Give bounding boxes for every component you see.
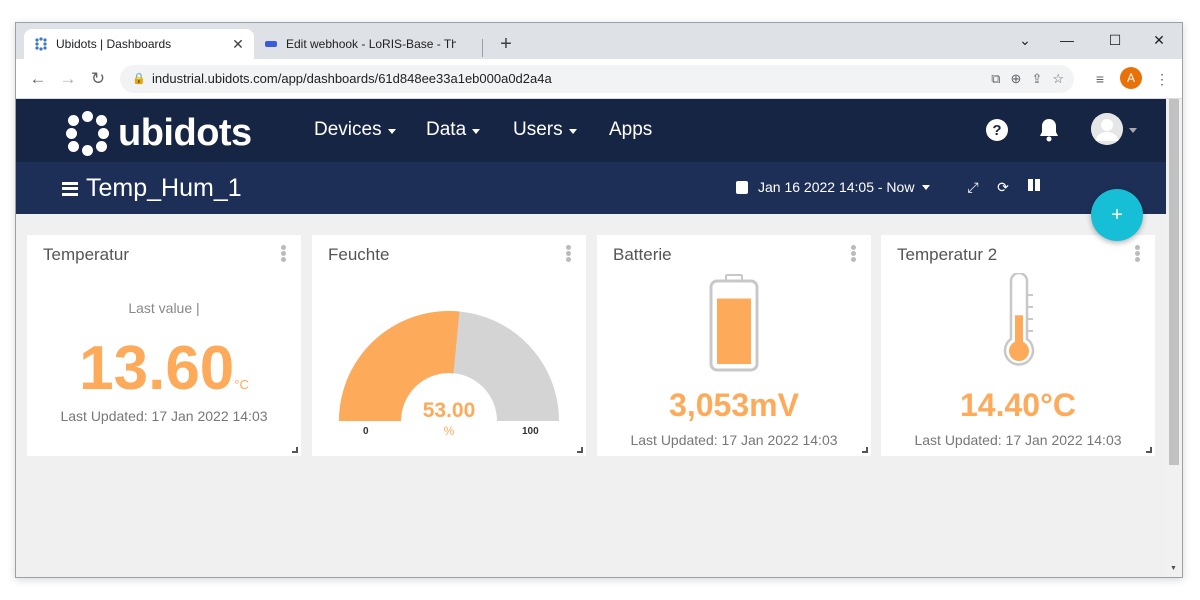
widget-temperatur[interactable]: Temperatur Last value | 13.60°C Last Upd… — [27, 235, 301, 456]
nav-users[interactable]: Users — [513, 119, 577, 141]
user-menu-chevron-icon[interactable] — [1129, 128, 1137, 133]
resize-handle[interactable] — [577, 447, 583, 453]
nav-devices[interactable]: Devices — [314, 119, 396, 141]
battery-icon — [709, 274, 759, 372]
widget-batterie[interactable]: Batterie 3,053mV Last Updated: 17 Jan 20… — [597, 235, 871, 456]
hamburger-menu-icon[interactable] — [62, 181, 78, 196]
url-text: industrial.ubidots.com/app/dashboards/61… — [152, 71, 552, 86]
last-updated: Last Updated: 17 Jan 2022 14:03 — [914, 432, 1122, 448]
resize-handle[interactable] — [292, 447, 298, 453]
dashboard-title-text: Temp_Hum_1 — [86, 174, 242, 202]
widget-menu-icon[interactable] — [281, 245, 287, 263]
close-window-icon[interactable]: ✕ — [1144, 27, 1174, 53]
ubidots-favicon-icon — [34, 37, 48, 51]
resize-handle[interactable] — [862, 447, 868, 453]
nav-label: Devices — [314, 119, 382, 140]
widget-title: Temperatur 2 — [897, 245, 998, 264]
close-tab-icon[interactable]: ✕ — [230, 36, 246, 52]
last-updated: Last Updated: 17 Jan 2022 14:03 — [60, 408, 268, 424]
metric-value: 3,053mV — [669, 387, 799, 423]
help-icon[interactable]: ? — [982, 115, 1012, 145]
logo-dots-icon — [64, 109, 112, 157]
omnibox-actions: ⧉ ⊕ ⇪ ☆ — [991, 65, 1064, 93]
add-widget-button[interactable]: + — [1091, 189, 1143, 241]
date-range-picker[interactable]: Jan 16 2022 14:05 - Now — [736, 179, 931, 195]
resize-handle[interactable] — [1146, 447, 1152, 453]
widget-menu-icon[interactable] — [566, 245, 572, 263]
fullscreen-icon[interactable]: ⤢ — [964, 178, 982, 196]
notifications-bell-icon[interactable] — [1034, 115, 1064, 145]
browser-menu-icon[interactable]: ⋮ — [1150, 67, 1174, 91]
scrollbar-thumb[interactable] — [1169, 99, 1179, 465]
last-updated: Last Updated: 17 Jan 2022 14:03 — [630, 432, 838, 448]
profile-avatar[interactable]: A — [1120, 67, 1142, 89]
zoom-icon[interactable]: ⊕ — [1011, 65, 1022, 93]
share-icon[interactable]: ⇪ — [1031, 65, 1042, 93]
widget-title: Temperatur — [43, 245, 129, 264]
tab-separator — [482, 39, 483, 57]
app-header: ubidots Devices Data Users Apps ? — [16, 99, 1166, 162]
tab-title: Edit webhook - LoRIS-Base - The — [286, 37, 456, 51]
widget-feuchte[interactable]: Feuchte 53.00 % 0 100 — [312, 235, 586, 456]
new-tab-icon[interactable]: + — [494, 33, 518, 57]
widget-title: Batterie — [613, 245, 672, 264]
battery-fill — [717, 298, 751, 364]
tab-title: Ubidots | Dashboards — [56, 37, 172, 51]
gauge-min-label: 0 — [363, 426, 369, 437]
translate-icon[interactable]: ⧉ — [991, 65, 1000, 93]
metric-unit: °C — [234, 377, 249, 392]
user-avatar[interactable] — [1091, 113, 1123, 145]
metric-value: 14.40°C — [960, 387, 1076, 423]
logo-text: ubidots — [118, 111, 252, 154]
reload-icon[interactable]: ↻ — [86, 67, 110, 91]
nav-label: Data — [426, 119, 467, 140]
maximize-icon[interactable]: ☐ — [1100, 27, 1130, 53]
nav-label: Apps — [609, 119, 653, 140]
webhook-favicon-icon — [264, 37, 278, 51]
minimize-icon[interactable]: — — [1052, 27, 1082, 53]
metric-value-row: 13.60°C — [27, 333, 301, 404]
nav-data[interactable]: Data — [426, 119, 481, 141]
vertical-scrollbar[interactable]: ▲ ▼ — [1166, 99, 1182, 577]
pause-icon[interactable] — [1025, 178, 1043, 196]
ubidots-logo[interactable]: ubidots — [64, 109, 252, 157]
address-bar[interactable]: 🔒 industrial.ubidots.com/app/dashboards/… — [120, 65, 1074, 93]
chevron-down-icon — [472, 128, 481, 134]
gauge-unit: % — [443, 424, 455, 438]
reading-list-icon[interactable]: ≡ — [1088, 67, 1112, 91]
thermometer-icon — [1003, 273, 1035, 366]
widget-title: Feuchte — [328, 245, 390, 264]
browser-toolbar: ← → ↻ 🔒 industrial.ubidots.com/app/dashb… — [16, 59, 1182, 99]
browser-window: Ubidots | Dashboards ✕ Edit webhook - Lo… — [15, 22, 1183, 578]
tab-edit-webhook[interactable]: Edit webhook - LoRIS-Base - The — [254, 29, 480, 59]
chevron-down-icon — [387, 128, 396, 134]
widget-menu-icon[interactable] — [851, 245, 857, 263]
calendar-icon — [736, 180, 748, 194]
nav-label: Users — [513, 119, 563, 140]
widget-temperatur-2[interactable]: Temperatur 2 14.40°C Last Updated: 17 Ja… — [881, 235, 1155, 456]
dashboard-bar: Temp_Hum_1 Jan 16 2022 14:05 - Now ⤢ ⟳ — [16, 162, 1166, 214]
lock-icon: 🔒 — [132, 73, 146, 85]
nav-apps[interactable]: Apps — [609, 119, 652, 141]
scroll-down-icon[interactable]: ▼ — [1170, 565, 1177, 572]
thermometer-bulb — [1009, 341, 1029, 361]
dashboard-title[interactable]: Temp_Hum_1 — [62, 174, 242, 203]
chevron-down-icon — [568, 128, 577, 134]
widget-subtitle: Last value | — [128, 300, 200, 316]
bookmark-star-icon[interactable]: ☆ — [1052, 65, 1064, 93]
refresh-icon[interactable]: ⟳ — [994, 178, 1012, 196]
gauge-value: 53.00 — [422, 399, 476, 422]
date-range-text: Jan 16 2022 14:05 - Now — [758, 179, 915, 195]
tab-search-icon[interactable]: ⌄ — [1010, 27, 1040, 53]
back-icon[interactable]: ← — [26, 67, 50, 91]
tab-strip: Ubidots | Dashboards ✕ Edit webhook - Lo… — [16, 23, 1182, 59]
thermometer-fill — [1015, 315, 1023, 345]
chevron-down-icon — [922, 184, 931, 190]
widget-menu-icon[interactable] — [1135, 245, 1141, 263]
forward-icon[interactable]: → — [56, 67, 80, 91]
metric-value: 13.60 — [79, 334, 235, 403]
gauge-max-label: 100 — [522, 426, 539, 437]
tab-ubidots-dashboards[interactable]: Ubidots | Dashboards ✕ — [24, 29, 254, 59]
svg-text:?: ? — [992, 122, 1001, 139]
